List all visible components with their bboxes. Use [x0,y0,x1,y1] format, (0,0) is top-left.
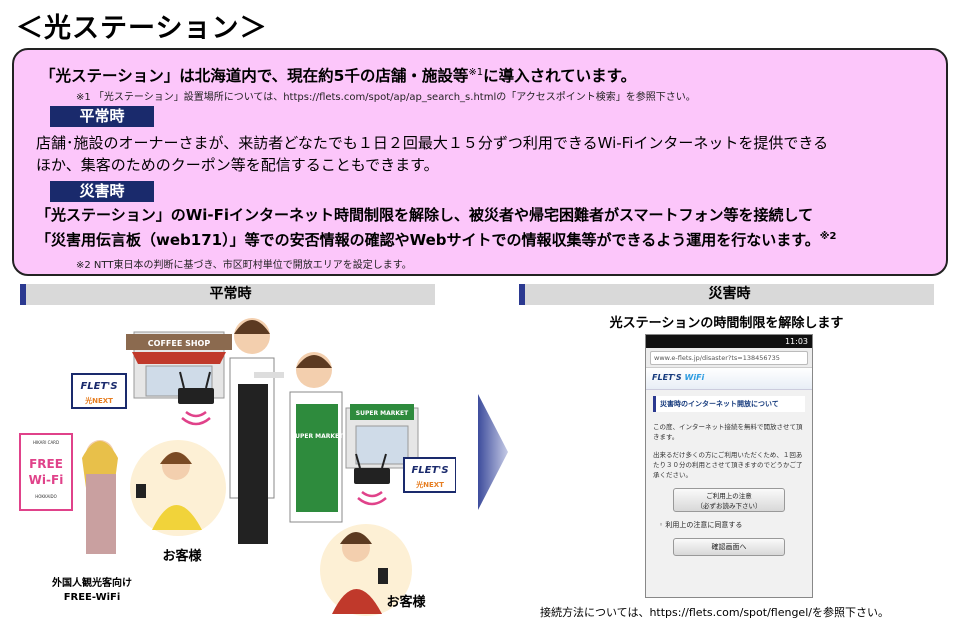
app-brand: FLET'S [652,373,682,382]
connection-note: 接続方法については、https://flets.com/spot/flengel… [540,606,889,619]
disaster-time-text: 「光ステーション」のWi-Fiインターネット時間制限を解除し、被災者や帰宅困難者… [36,206,837,249]
url-field: www.e-flets.jp/disaster?ts=138456735 [650,351,808,365]
supermarket-sign: SUPER MARKET [356,410,409,417]
svg-text:Wi-Fi: Wi-Fi [29,473,64,487]
phone-url-bar: www.e-flets.jp/disaster?ts=138456735 [646,348,812,368]
disaster-panel-header: 災害時 [519,284,934,305]
clerk-illustration: SUPER MARKET [289,352,344,523]
svg-text:光NEXT: 光NEXT [415,480,444,489]
agree-checkbox: ◦ 利用上の注意に同意する [659,521,743,529]
confirm-button: 確認画面へ [673,538,785,556]
flets-logo: FLET'S 光NEXT [403,457,456,493]
release-title: 光ステーションの時間制限を解除します [609,316,844,331]
page-title: ＜光ステーション＞ [16,13,268,44]
flets-logo: FLET'S 光NEXT [71,373,127,409]
tourist-illustration [82,440,118,554]
footnote-2: ※2 NTT東日本の判断に基づき、市区町村単位で開放エリアを設定します。 [76,260,412,271]
normal-panel-header: 平常時 [20,284,435,305]
coffee-shop-sign: COFFEE SHOP [148,339,211,348]
phone-text-1: この度、インターネット接続を無料で開放させて頂きます。 [653,423,803,441]
footnote-1: ※1 「光ステーション」設置場所については、https://flets.com/… [76,92,696,103]
svg-text:FLET'S: FLET'S [80,381,117,392]
normal-time-illustration: COFFEE SHOP FLET'S 光NEXT SUPER MARKET SU… [19,318,456,616]
customer-label: お客様 [386,594,426,610]
phone-section-title: 災害時のインターネット開放について [653,396,805,412]
customer-label: お客様 [162,548,202,564]
free-wifi-card: HIKARI CARD FREE Wi-Fi HOKKAIDO [19,433,73,511]
usage-notes-button: ご利用上の注意 （必ずお読み下さい） [673,488,785,512]
phone-status-bar: 11:03 [646,335,812,348]
svg-text:HIKARI CARD: HIKARI CARD [33,440,59,445]
apron-text: SUPER MARKET [291,433,344,440]
normal-time-text: 店舗･施設のオーナーさまが、来訪者どなたでも１日２回最大１５分ずつ利用できるWi… [36,134,829,174]
waitress-illustration [229,318,284,544]
arrow-right-icon [478,394,508,510]
svg-text:FREE: FREE [29,457,63,471]
info-box: 「光ステーション」は北海道内で、現在約5千の店舗・施設等※1に導入されています。… [12,48,948,276]
disaster-time-header: 災害時 [50,181,154,202]
app-brand-wifi: WiFi [684,373,705,382]
svg-text:FLET'S: FLET'S [411,465,448,476]
normal-time-header: 平常時 [50,106,154,127]
tourist-label-2: FREE-WiFi [64,592,121,603]
phone-text-2: 出来るだけ多くの方にご利用いただくため、１回あたり３０分の利用とさせて頂きますの… [653,451,803,479]
phone-screenshot: 11:03 www.e-flets.jp/disaster?ts=1384567… [645,334,813,598]
svg-text:光NEXT: 光NEXT [84,396,113,405]
customer-illustration [130,440,226,536]
phone-app-bar: FLET'S WiFi [646,368,812,390]
phone-content: 災害時のインターネット開放について この度、インターネット接続を無料で開放させて… [646,390,812,597]
intro-text: 「光ステーション」は北海道内で、現在約5千の店舗・施設等※1に導入されています。 [40,66,637,85]
coffee-shop-illustration: COFFEE SHOP [126,331,232,399]
tourist-label-1: 外国人観光客向け [51,576,132,589]
svg-text:HOKKAIDO: HOKKAIDO [35,494,56,499]
